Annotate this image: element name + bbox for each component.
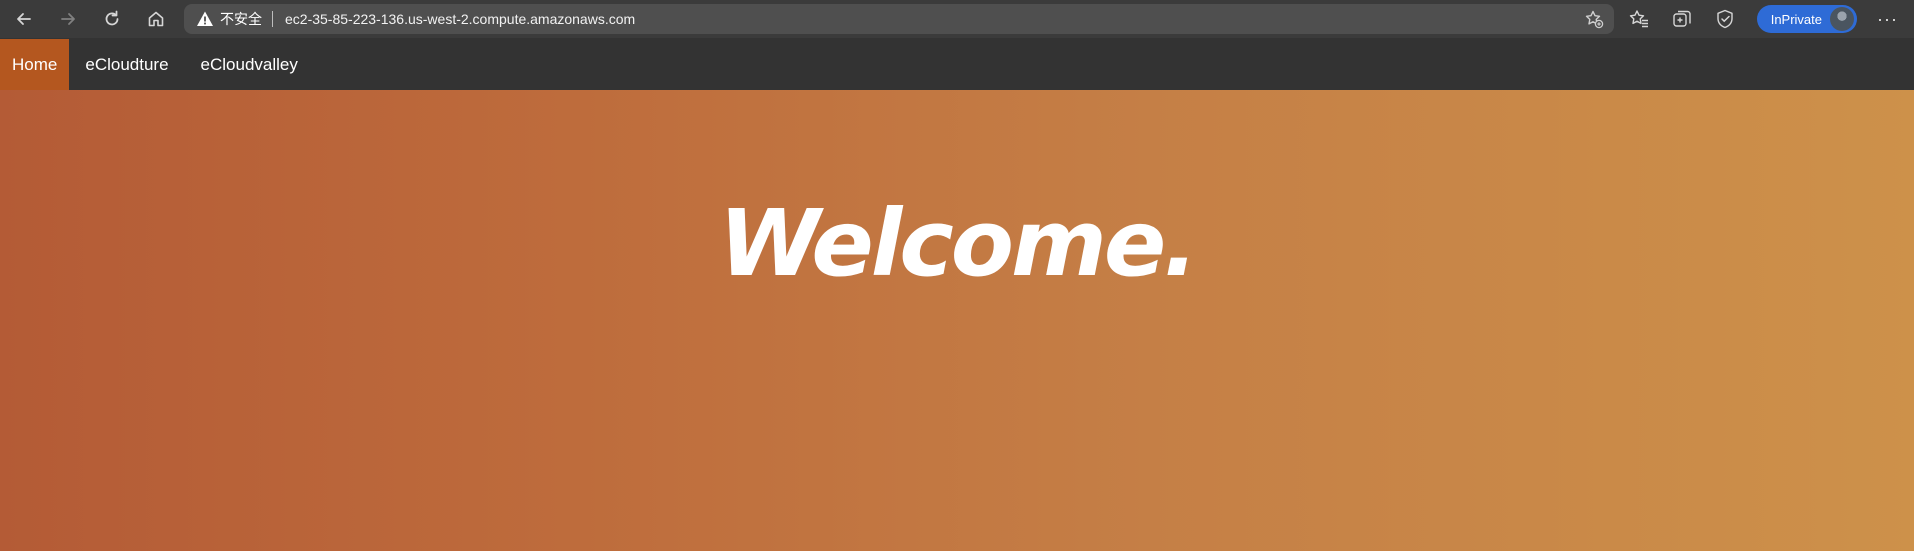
refresh-button[interactable]: [98, 5, 126, 33]
site-nav: Home eCloudture eCloudvalley: [0, 39, 1914, 90]
address-divider: [272, 11, 273, 27]
collections-button[interactable]: [1671, 8, 1693, 30]
favorites-icon: [1629, 10, 1648, 28]
inprivate-label: InPrivate: [1770, 11, 1823, 27]
inprivate-button[interactable]: InPrivate: [1756, 5, 1858, 33]
browser-essentials-button[interactable]: [1714, 8, 1736, 30]
favorites-button[interactable]: [1628, 8, 1650, 30]
insecure-label[interactable]: 不安全: [220, 9, 262, 29]
home-button[interactable]: [142, 5, 170, 33]
warning-icon: [196, 10, 214, 28]
forward-button[interactable]: [54, 5, 82, 33]
nav-item-ecloudvalley[interactable]: eCloudvalley: [185, 39, 314, 90]
address-bar[interactable]: 不安全 ec2-35-85-223-136.us-west-2.compute.…: [184, 4, 1614, 34]
avatar: [1830, 7, 1855, 31]
forward-arrow-icon: [61, 13, 75, 25]
browser-essentials-icon: [1717, 9, 1733, 29]
toolbar-right: InPrivate ···: [1628, 0, 1914, 38]
more-menu-button[interactable]: ···: [1877, 9, 1898, 30]
hero-banner: Welcome.: [0, 90, 1914, 551]
nav-item-home[interactable]: Home: [0, 39, 70, 90]
url-text[interactable]: ec2-35-85-223-136.us-west-2.compute.amaz…: [285, 11, 635, 27]
add-favorite-icon[interactable]: [1584, 9, 1604, 29]
back-button[interactable]: [10, 5, 38, 33]
browser-toolbar: 不安全 ec2-35-85-223-136.us-west-2.compute.…: [0, 0, 1914, 38]
hero-title: Welcome.: [718, 190, 1198, 297]
home-icon: [148, 11, 164, 27]
refresh-icon: [105, 10, 119, 26]
collections-icon: [1673, 10, 1691, 27]
nav-item-ecloudture[interactable]: eCloudture: [69, 39, 184, 90]
back-arrow-icon: [17, 13, 31, 25]
